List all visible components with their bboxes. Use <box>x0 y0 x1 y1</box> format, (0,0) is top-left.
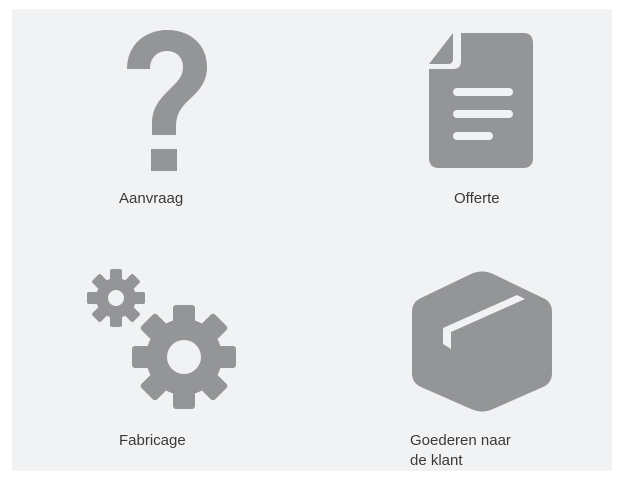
step-goederen: Goederen naar de klant <box>312 239 612 471</box>
step-label-aanvraag: Aanvraag <box>119 190 184 207</box>
package-box-icon <box>412 271 552 412</box>
process-panel: Aanvraag Offerte Fabricage Goederen naar… <box>12 9 612 471</box>
step-label-goederen-line2: de klant <box>410 452 463 469</box>
step-label-goederen: Goederen naar de klant <box>410 431 511 471</box>
document-icon <box>429 33 533 168</box>
step-aanvraag: Aanvraag <box>12 9 312 239</box>
step-offerte: Offerte <box>312 9 612 239</box>
step-label-offerte: Offerte <box>454 190 500 207</box>
question-mark-icon <box>127 30 207 171</box>
step-fabricage: Fabricage <box>12 239 312 471</box>
step-label-fabricage: Fabricage <box>119 432 186 449</box>
gears-icon <box>87 269 236 409</box>
step-label-goederen-line1: Goederen naar <box>410 432 511 449</box>
